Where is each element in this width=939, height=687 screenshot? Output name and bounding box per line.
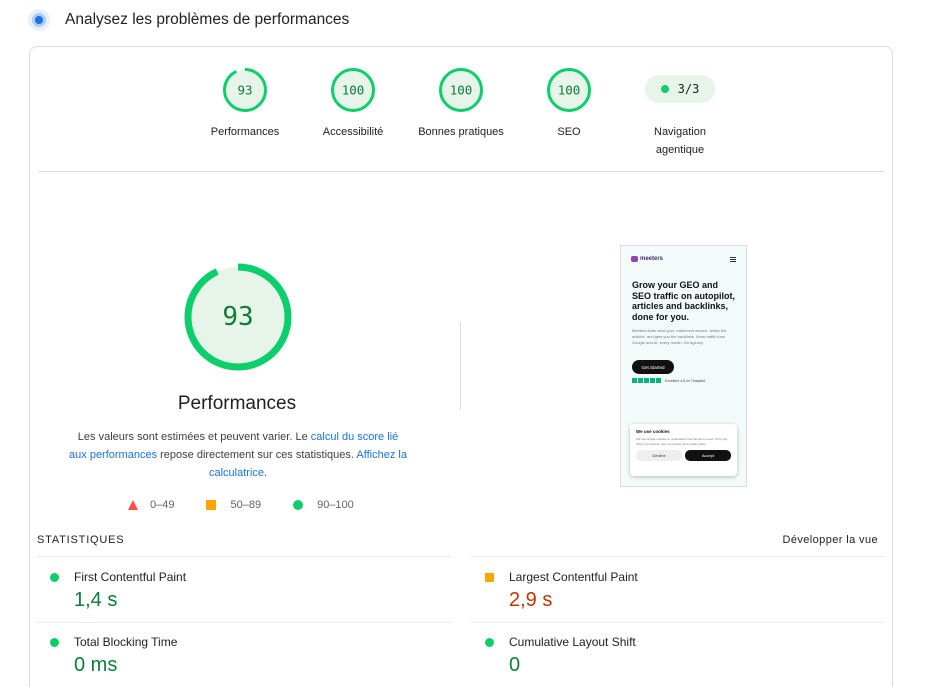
average-square-icon bbox=[485, 572, 494, 582]
agentic-label-line2: agentique bbox=[655, 144, 705, 156]
heart-icon bbox=[631, 256, 638, 262]
gauge-label: Bonnes pratiques bbox=[418, 126, 504, 138]
trustpilot-stars-icon bbox=[632, 378, 662, 383]
legend-average: 50–89 bbox=[206, 499, 261, 511]
gauge-label: Performances bbox=[210, 126, 280, 138]
gauge-score: 100 bbox=[450, 83, 473, 98]
metric-value: 0 ms bbox=[74, 654, 118, 676]
pass-circle-icon bbox=[50, 572, 59, 582]
gauge-ring: 100 bbox=[439, 68, 483, 112]
report-card: 93 Performances 100 Accessibilité 100 Bo… bbox=[29, 46, 893, 687]
desc-text: repose directement sur ces statistiques. bbox=[157, 449, 357, 461]
performance-score: 93 bbox=[222, 302, 253, 332]
metric-name: Total Blocking Time bbox=[74, 635, 178, 649]
metric-cls: Cumulative Layout Shift 0 bbox=[485, 635, 885, 677]
cookie-banner: We use cookies We use simple cookies to … bbox=[630, 424, 737, 476]
average-square-icon bbox=[206, 500, 217, 510]
pass-circle-icon bbox=[50, 637, 59, 647]
metric-value: 0 bbox=[509, 654, 521, 676]
gauge-accessibilite[interactable]: 100 Accessibilité bbox=[298, 67, 408, 141]
agentic-label-line1: Navigation bbox=[654, 126, 706, 138]
pass-circle-icon bbox=[485, 637, 494, 647]
score-legend: 0–49 50–89 90–100 bbox=[128, 499, 386, 511]
legend-pass-label: 90–100 bbox=[317, 499, 354, 511]
fail-triangle-icon bbox=[128, 500, 138, 510]
gauge-performances[interactable]: 93 Performances bbox=[190, 67, 300, 141]
gauge-score: 100 bbox=[558, 83, 581, 98]
divider bbox=[38, 171, 884, 172]
performance-description: Les valeurs sont estimées et peuvent var… bbox=[68, 428, 408, 482]
category-gauges: 93 Performances 100 Accessibilité 100 Bo… bbox=[30, 67, 892, 177]
performance-gauge-ring: 93 bbox=[184, 263, 292, 371]
site-logo: meeters bbox=[631, 256, 663, 262]
legend-average-label: 50–89 bbox=[230, 499, 262, 511]
legend-fail: 0–49 bbox=[128, 499, 174, 511]
gauge-seo[interactable]: 100 SEO bbox=[514, 67, 624, 141]
cookie-buttons: Decline Accept bbox=[636, 450, 731, 461]
page-screenshot[interactable]: meeters Grow your GEO and SEO traffic on… bbox=[620, 245, 747, 487]
desc-text: . bbox=[263, 467, 268, 479]
cookie-text: We use simple cookies to understand how … bbox=[636, 437, 728, 446]
page-title: Analysez les problèmes de performances bbox=[65, 11, 350, 28]
metric-value: 2,9 s bbox=[509, 589, 553, 611]
screenshot-body: Meeters finds what your customers search… bbox=[632, 328, 727, 345]
metric-name: Largest Contentful Paint bbox=[509, 570, 638, 584]
legend-fail-label: 0–49 bbox=[150, 499, 175, 511]
performance-gauge: 93 bbox=[183, 262, 293, 377]
cookie-decline: Decline bbox=[636, 450, 682, 461]
metric-divider bbox=[471, 556, 884, 557]
agentic-badge[interactable]: 3/3 bbox=[645, 75, 715, 103]
metric-name: First Contentful Paint bbox=[74, 570, 187, 584]
cookie-title: We use cookies bbox=[636, 429, 670, 434]
lighthouse-icon bbox=[28, 9, 50, 31]
gauge-label: SEO bbox=[557, 126, 581, 138]
metric-tbt: Total Blocking Time 0 ms bbox=[50, 635, 450, 677]
screenshot-rating: Excellent 4.8 on Trustpilot bbox=[632, 378, 746, 383]
screenshot-headline: Grow your GEO and SEO traffic on autopil… bbox=[632, 280, 735, 322]
statistics-heading: STATISTIQUES bbox=[37, 534, 125, 546]
metric-lcp: Largest Contentful Paint 2,9 s bbox=[485, 570, 885, 612]
gauge-label: Accessibilité bbox=[322, 126, 384, 138]
agentic-value: 3/3 bbox=[677, 82, 700, 96]
expand-view-toggle[interactable]: Développer la vue bbox=[783, 534, 878, 546]
pass-dot-icon bbox=[660, 85, 669, 93]
vertical-separator bbox=[460, 322, 461, 410]
legend-pass: 90–100 bbox=[293, 499, 354, 511]
rating-text: Excellent 4.8 on Trustpilot bbox=[665, 378, 706, 383]
agentic-label: Navigation agentique bbox=[630, 123, 730, 159]
gauge-score: 93 bbox=[237, 83, 252, 98]
cookie-accept: Accept bbox=[685, 450, 731, 461]
pass-circle-icon bbox=[293, 500, 304, 510]
metric-name: Cumulative Layout Shift bbox=[509, 635, 636, 649]
gauge-ring: 100 bbox=[547, 68, 591, 112]
gauge-bonnes-pratiques[interactable]: 100 Bonnes pratiques bbox=[406, 67, 516, 141]
screenshot-cta: Get Started bbox=[632, 360, 674, 374]
gauge-ring: 93 bbox=[223, 68, 267, 112]
hamburger-menu-icon bbox=[730, 256, 736, 262]
desc-text: Les valeurs sont estimées et peuvent var… bbox=[77, 431, 311, 443]
performance-title: Performances bbox=[177, 393, 297, 414]
gauge-score: 100 bbox=[342, 83, 365, 98]
header: Analysez les problèmes de performances bbox=[28, 8, 349, 32]
metric-divider bbox=[37, 556, 451, 557]
metric-value: 1,4 s bbox=[74, 589, 118, 611]
screenshot-header: meeters bbox=[621, 246, 746, 272]
gauge-ring: 100 bbox=[331, 68, 375, 112]
metric-fcp: First Contentful Paint 1,4 s bbox=[50, 570, 450, 612]
metric-divider bbox=[37, 622, 451, 623]
site-logo-text: meeters bbox=[640, 256, 664, 262]
metric-divider bbox=[471, 622, 884, 623]
